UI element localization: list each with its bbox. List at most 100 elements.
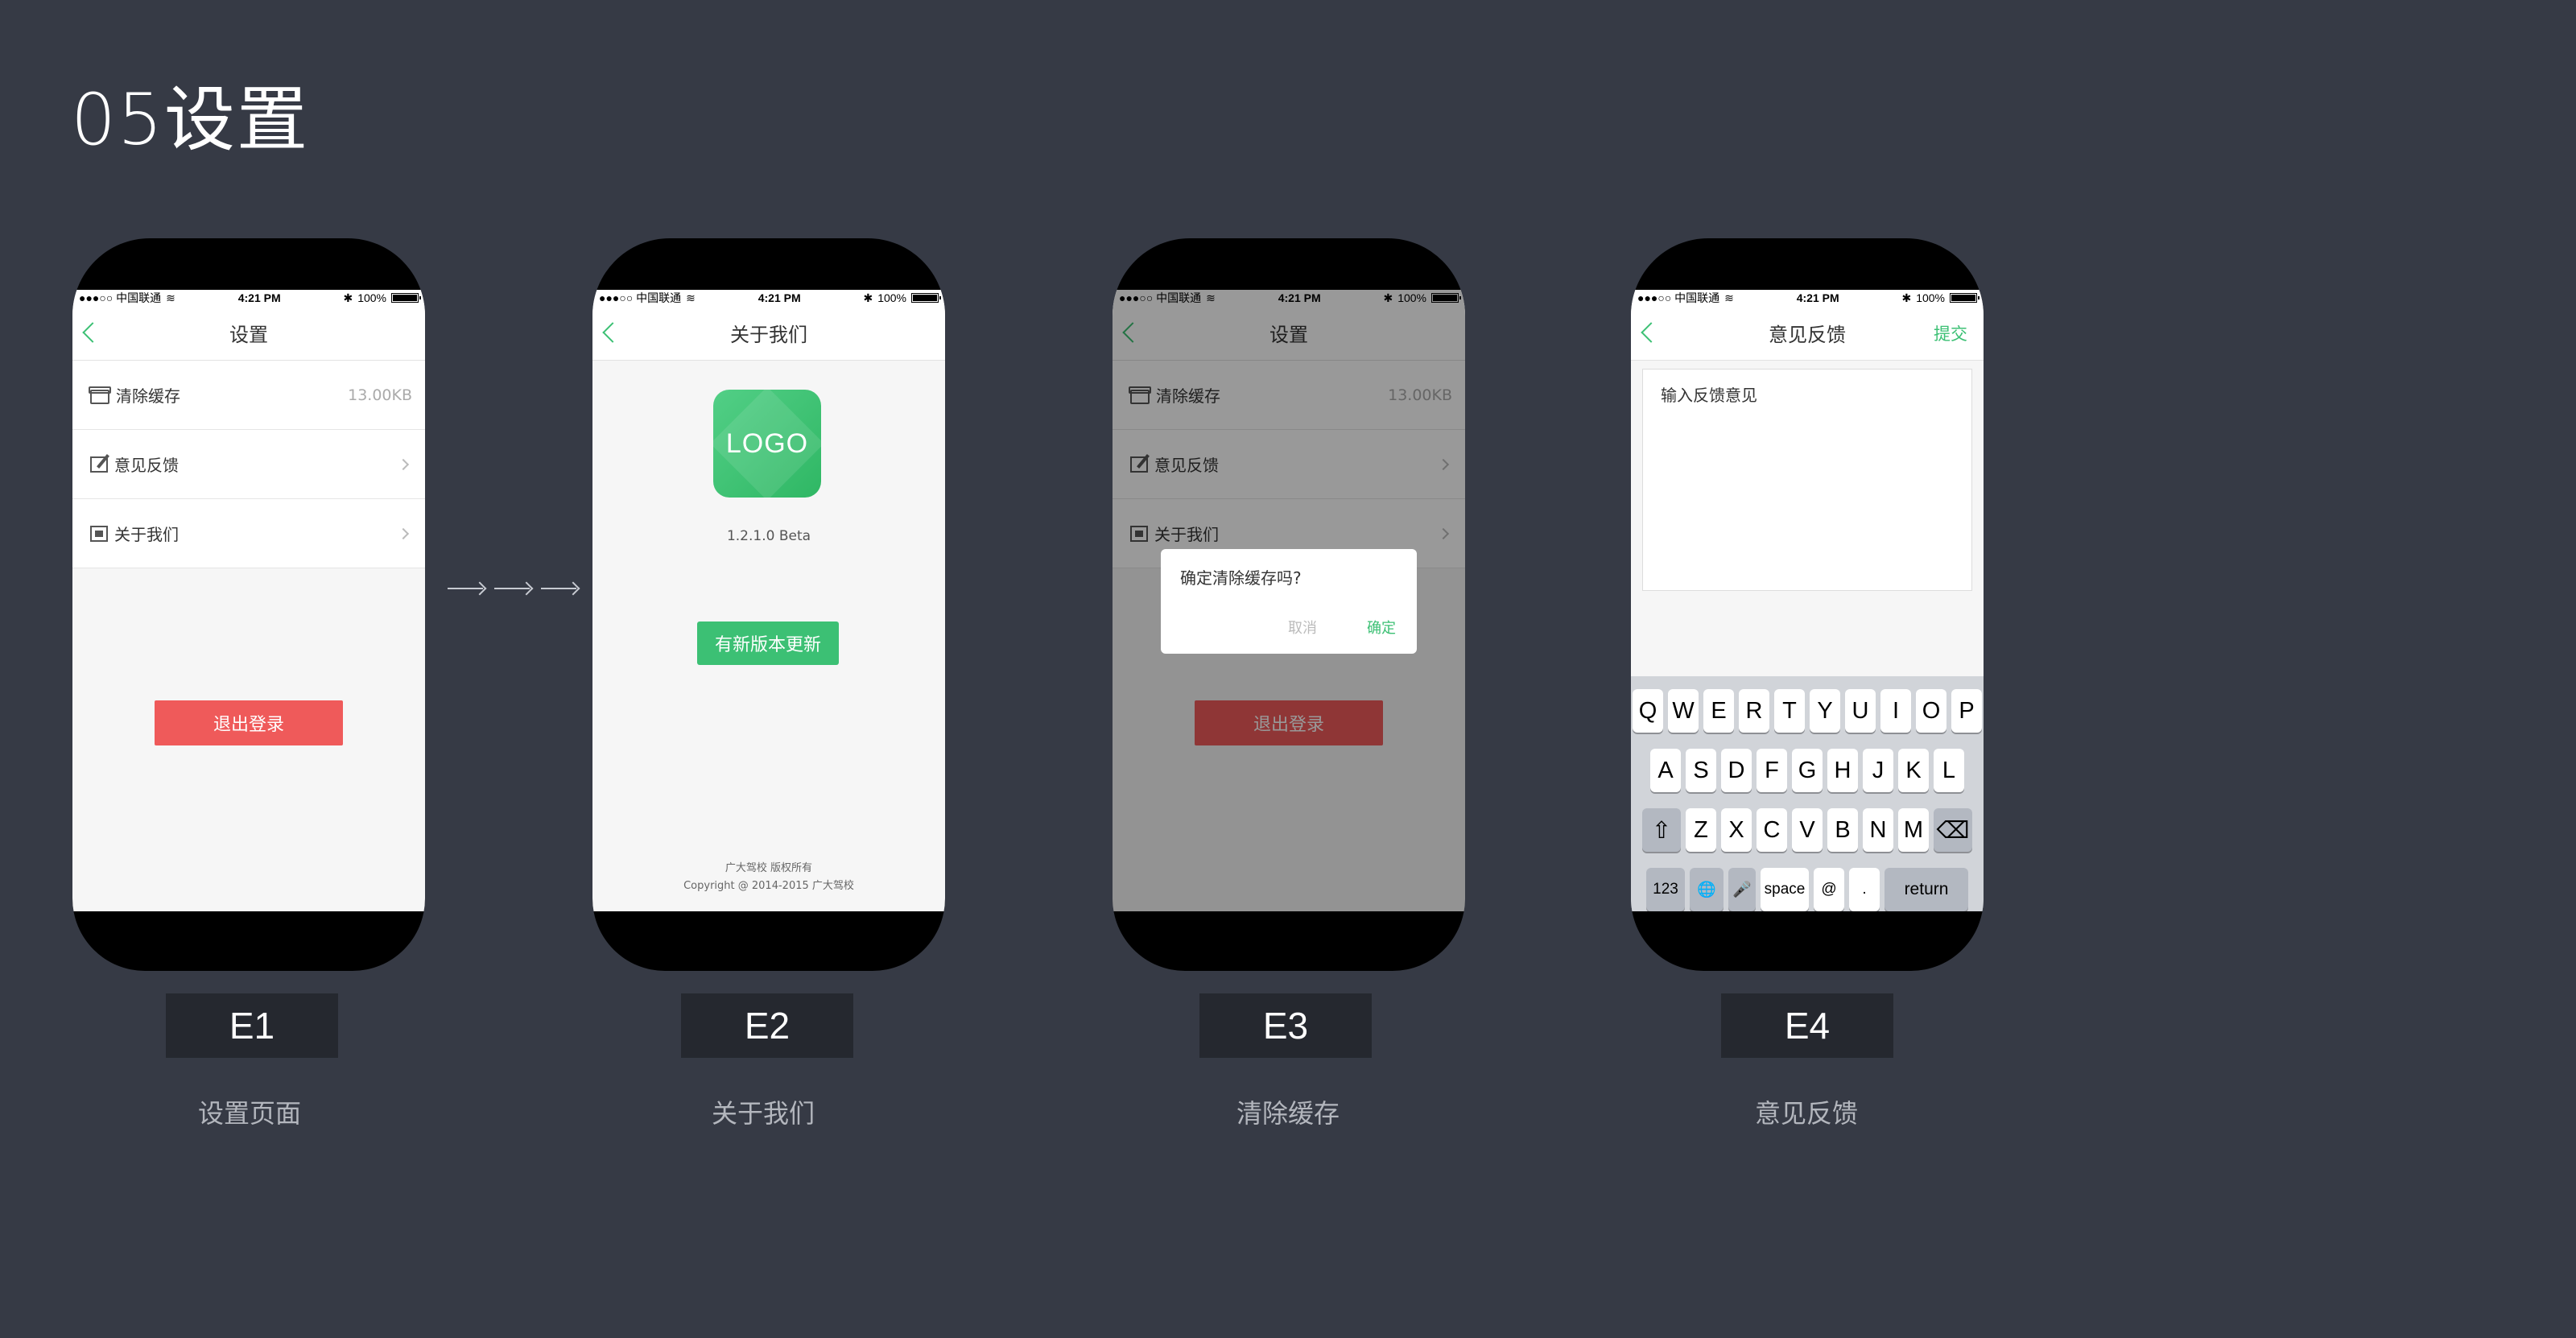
key-f[interactable]: F xyxy=(1757,749,1787,792)
screen-e1: ●●●○○ 中国联通 ≋ 4:21 PM ✱ 100% 设置 清除缓存 13.00K… xyxy=(72,290,425,911)
carrier: ●●●○○ 中国联通 xyxy=(79,291,162,304)
key-x[interactable]: X xyxy=(1721,808,1752,852)
key-row-4: 123 🌐 🎤 space @ . return xyxy=(1631,868,1984,911)
key-k[interactable]: K xyxy=(1898,749,1929,792)
key-z[interactable]: Z xyxy=(1686,808,1716,852)
nav-title: 设置 xyxy=(229,324,268,346)
update-button[interactable]: 有新版本更新 xyxy=(697,622,839,665)
key-space[interactable]: space xyxy=(1761,868,1809,911)
caption-e4: 意见反馈 xyxy=(1754,1098,1858,1129)
key-n[interactable]: N xyxy=(1863,808,1893,852)
key-a[interactable]: A xyxy=(1650,749,1681,792)
key-o[interactable]: O xyxy=(1916,689,1946,733)
screen-e4: ●●●○○ 中国联通 ≋ 4:21 PM ✱ 100% 意见反馈 提交 输入反馈意见… xyxy=(1631,290,1984,911)
caption-e1: 设置页面 xyxy=(197,1098,301,1129)
submit-button[interactable]: 提交 xyxy=(1934,321,1967,345)
info-card-icon xyxy=(90,525,108,542)
row-label: 意见反馈 xyxy=(114,456,179,475)
key-y[interactable]: Y xyxy=(1810,689,1840,733)
key-w[interactable]: W xyxy=(1668,689,1699,733)
key-c[interactable]: C xyxy=(1757,808,1787,852)
wifi-icon: ≋ xyxy=(166,291,175,304)
logout-button[interactable]: 退出登录 xyxy=(155,700,343,745)
nav-title: 意见反馈 xyxy=(1769,324,1846,346)
phone-e4: ●●●○○ 中国联通 ≋ 4:21 PM ✱ 100% 意见反馈 提交 输入反馈意见… xyxy=(1631,238,1984,971)
key-return[interactable]: return xyxy=(1885,868,1968,911)
key-j[interactable]: J xyxy=(1863,749,1893,792)
cancel-button[interactable]: 取消 xyxy=(1288,617,1317,638)
key-q[interactable]: Q xyxy=(1633,689,1663,733)
key-p[interactable]: P xyxy=(1951,689,1982,733)
chevron-right-icon xyxy=(397,458,410,470)
key-h[interactable]: H xyxy=(1827,749,1858,792)
key-s[interactable]: S xyxy=(1686,749,1716,792)
label-e1: E1 xyxy=(166,993,338,1058)
back-icon[interactable] xyxy=(602,322,623,343)
flow-arrows xyxy=(448,588,576,589)
keyboard: Q W E R T Y U I O P A S D F G H J K L ⇧ … xyxy=(1631,676,1984,911)
back-icon[interactable] xyxy=(1641,322,1662,343)
row-label: 清除缓存 xyxy=(116,386,180,406)
status-bar: ●●●○○ 中国联通 ≋ 4:21 PM ✱ 100% xyxy=(72,290,425,306)
row-clear-cache[interactable]: 清除缓存 13.00KB xyxy=(72,361,425,430)
bluetooth-icon: ✱ xyxy=(343,291,353,304)
bluetooth-icon: ✱ xyxy=(1901,291,1912,304)
key-m[interactable]: M xyxy=(1898,808,1929,852)
arrow-right-icon xyxy=(541,588,576,589)
shift-icon[interactable]: ⇧ xyxy=(1642,808,1681,852)
globe-icon[interactable]: 🌐 xyxy=(1690,868,1724,911)
nav-title: 关于我们 xyxy=(730,324,807,346)
label-e3: E3 xyxy=(1199,993,1372,1058)
key-i[interactable]: I xyxy=(1880,689,1911,733)
label-e2: E2 xyxy=(681,993,853,1058)
confirm-button[interactable]: 确定 xyxy=(1367,617,1396,638)
key-v[interactable]: V xyxy=(1792,808,1823,852)
battery-icon xyxy=(391,293,421,303)
caption-e2: 关于我们 xyxy=(711,1098,815,1129)
row-label: 关于我们 xyxy=(114,525,179,544)
feedback-input[interactable]: 输入反馈意见 xyxy=(1642,369,1972,591)
dialog-message: 确定清除缓存吗? xyxy=(1180,568,1302,588)
status-bar: ●●●○○ 中国联通 ≋ 4:21 PM ✱ 100% xyxy=(592,290,945,306)
battery-icon xyxy=(1950,293,1979,303)
battery-percent: 100% xyxy=(357,291,386,304)
key-at[interactable]: @ xyxy=(1814,868,1844,911)
key-g[interactable]: G xyxy=(1792,749,1823,792)
status-time: 4:21 PM xyxy=(758,291,801,304)
key-t[interactable]: T xyxy=(1774,689,1805,733)
edit-icon xyxy=(90,456,108,473)
key-row-3: ⇧ Z X C V B N M ⌫ xyxy=(1631,808,1984,852)
key-row-2: A S D F G H J K L xyxy=(1631,749,1984,792)
phone-e2: ●●●○○ 中国联通 ≋ 4:21 PM ✱ 100% 关于我们 LOGO 1.2.… xyxy=(592,238,945,971)
key-d[interactable]: D xyxy=(1721,749,1752,792)
back-icon[interactable] xyxy=(82,322,103,343)
carrier: ●●●○○ 中国联通 xyxy=(599,291,682,304)
key-dot[interactable]: . xyxy=(1849,868,1880,911)
key-r[interactable]: R xyxy=(1739,689,1769,733)
key-e[interactable]: E xyxy=(1703,689,1734,733)
battery-icon xyxy=(911,293,941,303)
chevron-right-icon xyxy=(397,527,410,539)
row-feedback[interactable]: 意见反馈 xyxy=(72,430,425,499)
app-logo: LOGO xyxy=(713,390,821,498)
row-about[interactable]: 关于我们 xyxy=(72,499,425,568)
copyright-years: Copyright @ 2014-2015 广大驾校 xyxy=(683,880,854,892)
key-l[interactable]: L xyxy=(1934,749,1964,792)
key-u[interactable]: U xyxy=(1845,689,1876,733)
navbar: 设置 xyxy=(72,306,425,361)
key-123[interactable]: 123 xyxy=(1646,868,1685,911)
confirm-dialog: 确定清除缓存吗? 取消 确定 xyxy=(1161,549,1417,654)
copyright: 广大驾校 版权所有 Copyright @ 2014-2015 广大驾校 xyxy=(592,860,945,895)
key-b[interactable]: B xyxy=(1827,808,1858,852)
mic-icon[interactable]: 🎤 xyxy=(1728,868,1756,911)
screen-e3: ●●●○○ 中国联通 ≋ 4:21 PM ✱ 100% 设置 清除缓存 13.00K… xyxy=(1113,290,1465,911)
bluetooth-icon: ✱ xyxy=(863,291,873,304)
phone-e1: ●●●○○ 中国联通 ≋ 4:21 PM ✱ 100% 设置 清除缓存 13.00K… xyxy=(72,238,425,971)
wifi-icon: ≋ xyxy=(1724,291,1734,304)
key-row-1: Q W E R T Y U I O P xyxy=(1631,689,1984,733)
arrow-right-icon xyxy=(494,588,530,589)
app-version: 1.2.1.0 Beta xyxy=(726,528,811,544)
delete-icon[interactable]: ⌫ xyxy=(1934,808,1972,852)
navbar: 关于我们 xyxy=(592,306,945,361)
trash-box-icon xyxy=(89,386,111,404)
